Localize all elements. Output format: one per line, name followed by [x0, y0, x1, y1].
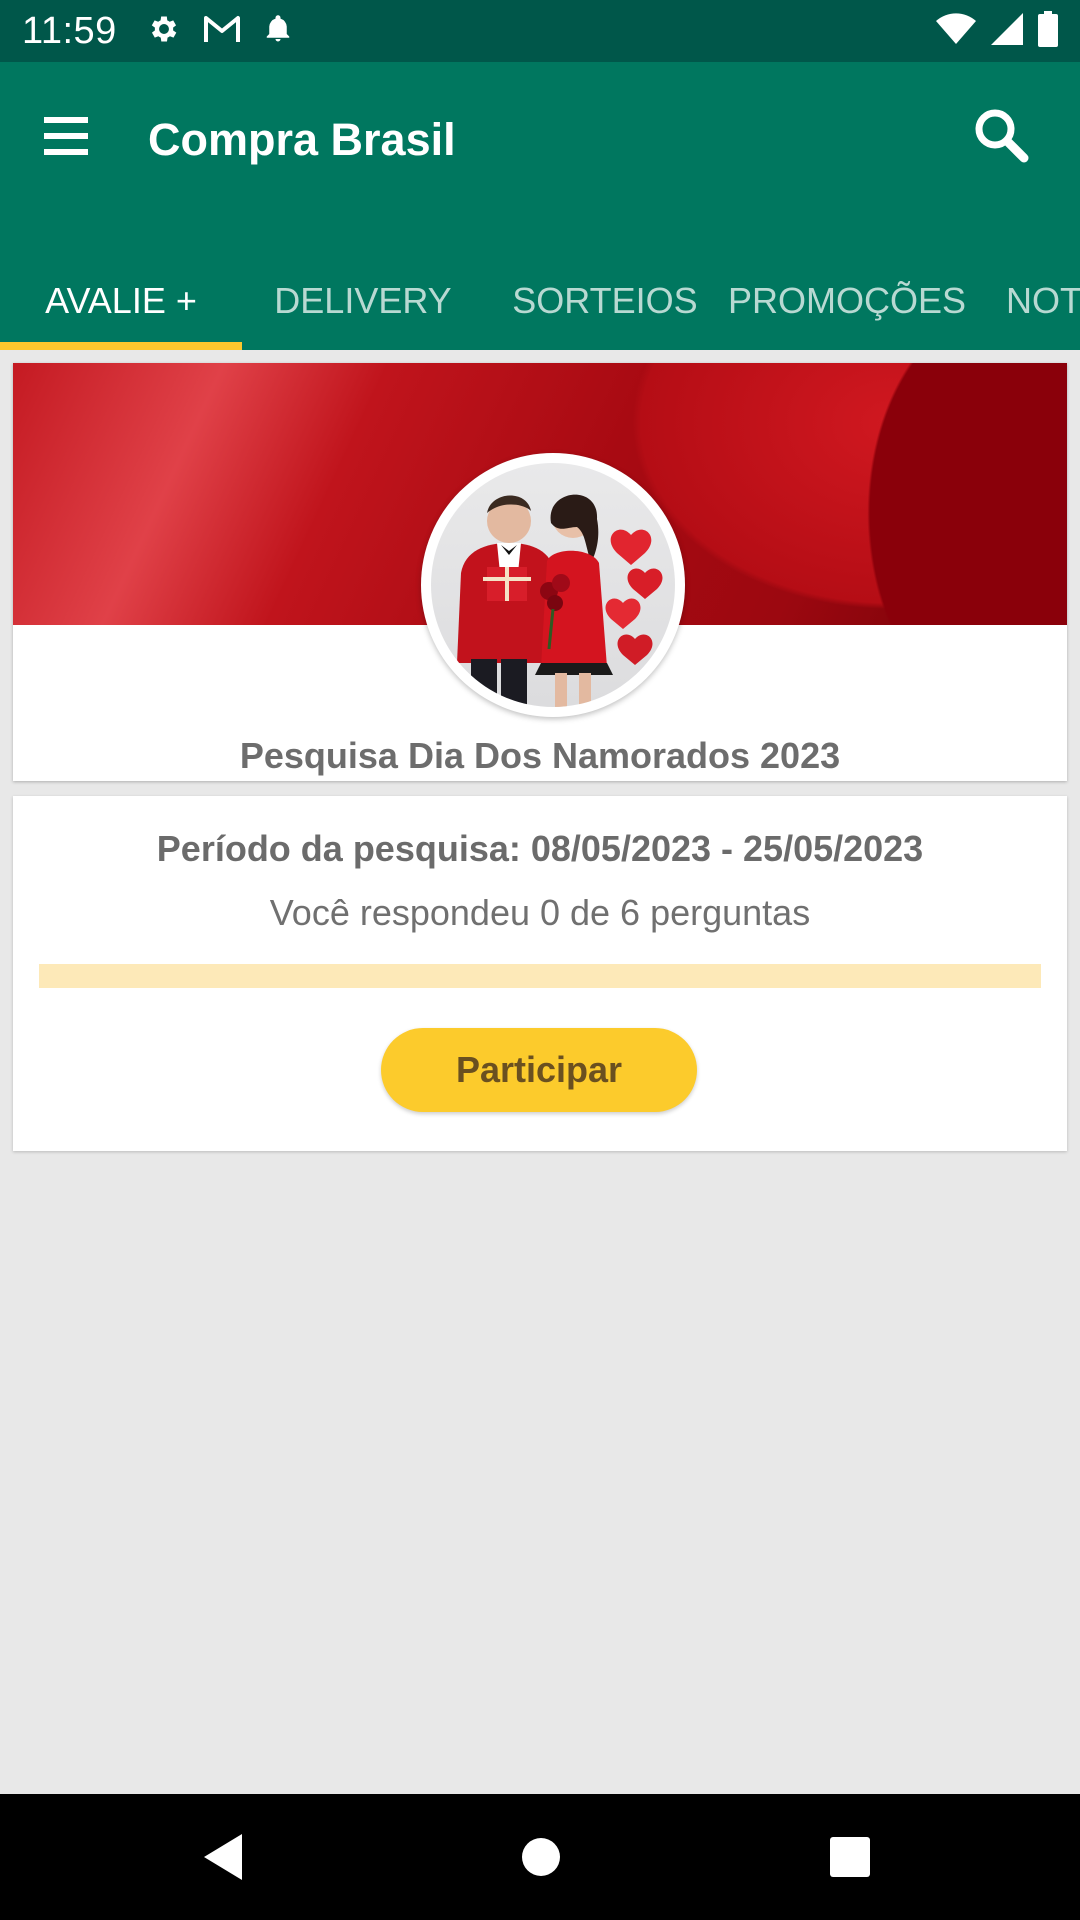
menu-icon — [44, 116, 88, 160]
app-bar: Compra Brasil AVALIE + DELIVERY SORTEIOS… — [0, 62, 1080, 350]
survey-info-card: Período da pesquisa: 08/05/2023 - 25/05/… — [13, 796, 1067, 1151]
status-time: 11:59 — [22, 9, 117, 52]
battery-icon — [1038, 10, 1058, 52]
answered-count: Você respondeu 0 de 6 perguntas — [269, 892, 811, 933]
signal-icon — [990, 12, 1024, 51]
wifi-icon — [936, 12, 976, 50]
navigation-bar — [0, 1794, 1080, 1920]
back-icon — [204, 1834, 244, 1884]
home-button[interactable] — [521, 1837, 561, 1882]
bell-icon — [263, 12, 293, 51]
tab-indicator — [0, 342, 242, 350]
tab-avalie[interactable]: AVALIE + — [0, 252, 242, 350]
survey-banner-card[interactable]: Pesquisa Dia Dos Namorados 2023 — [13, 363, 1067, 781]
back-button[interactable] — [204, 1834, 244, 1885]
search-button[interactable] — [966, 102, 1036, 172]
tab-bar: AVALIE + DELIVERY SORTEIOS PROMOÇÕES NOT — [0, 252, 1080, 350]
participate-button[interactable]: Participar — [381, 1028, 697, 1112]
tab-noticias[interactable]: NOT — [968, 252, 1080, 350]
progress-bar — [39, 964, 1041, 988]
home-icon — [521, 1838, 561, 1881]
gmail-icon — [203, 14, 241, 49]
tab-sorteios[interactable]: SORTEIOS — [484, 252, 726, 350]
recents-icon — [830, 1837, 870, 1881]
survey-image-frame — [421, 453, 685, 717]
app-title: Compra Brasil — [148, 114, 456, 165]
tab-promocoes[interactable]: PROMOÇÕES — [726, 252, 968, 350]
tab-delivery[interactable]: DELIVERY — [242, 252, 484, 350]
gear-icon — [147, 12, 181, 51]
survey-title: Pesquisa Dia Dos Namorados 2023 — [239, 735, 841, 776]
survey-period: Período da pesquisa: 08/05/2023 - 25/05/… — [156, 828, 924, 869]
recents-button[interactable] — [830, 1837, 870, 1882]
search-icon — [973, 107, 1029, 168]
status-icons-right — [936, 10, 1058, 52]
status-icons-left — [147, 12, 293, 51]
couple-photo — [431, 463, 675, 707]
menu-button[interactable] — [40, 112, 92, 164]
status-bar: 11:59 — [0, 0, 1080, 62]
